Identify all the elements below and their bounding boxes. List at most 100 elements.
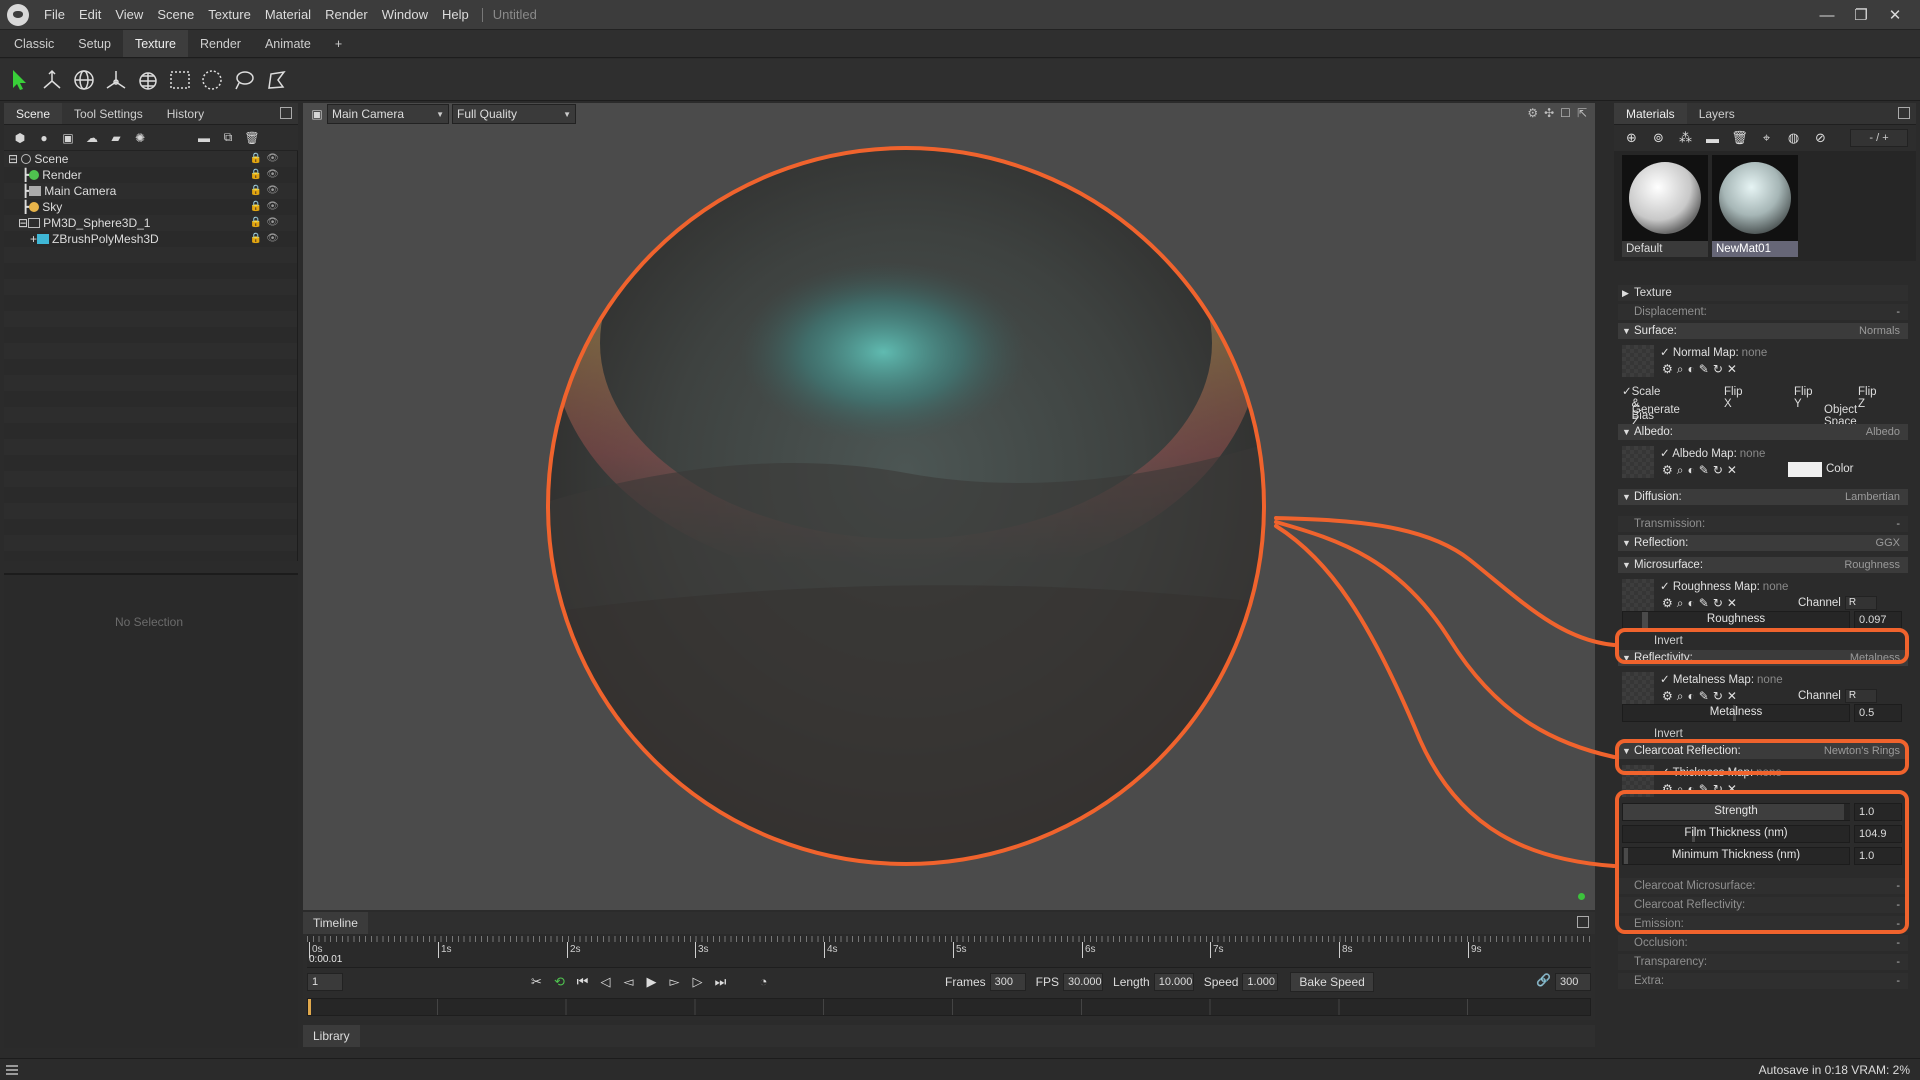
map-slot[interactable] — [1622, 672, 1654, 704]
checkbox-invert[interactable]: Invert — [1618, 725, 1908, 743]
viewport[interactable]: ▣ Main Camera Full Quality ⚙ ✣ ☐ ⇱ — [303, 103, 1595, 910]
section-transmission[interactable]: Transmission: - — [1618, 516, 1908, 532]
link-icon[interactable]: 🔗 — [1536, 973, 1551, 987]
frame-field[interactable]: 1 — [307, 973, 343, 991]
add-material-icon[interactable]: ⊕ — [1618, 128, 1645, 148]
section-value[interactable]: Normals — [1859, 323, 1900, 339]
duplicate-material-icon[interactable]: ⊚ — [1645, 128, 1672, 148]
lock-eye-icon[interactable]: 🔒👁 — [250, 215, 283, 231]
prev-key-icon[interactable]: ◁ — [594, 972, 617, 992]
section-clearcoat[interactable]: ▼ Clearcoat Reflection: Newton's Rings — [1618, 743, 1908, 759]
transform-gizmo-icon[interactable] — [36, 64, 68, 96]
bake-speed-button[interactable]: Bake Speed — [1290, 972, 1374, 992]
edit-icon[interactable]: ✎ — [1699, 782, 1709, 797]
lasso-icon[interactable] — [228, 64, 260, 96]
play-icon[interactable]: ▶ — [640, 972, 663, 992]
gear-icon[interactable]: ⚙ — [1662, 463, 1673, 478]
search-icon[interactable]: ⌕ — [1677, 782, 1684, 797]
prev-frame-icon[interactable]: ◅ — [617, 972, 640, 992]
color-picker-icon[interactable]: ◐ — [1688, 463, 1695, 478]
refresh-icon[interactable]: ↻ — [1713, 463, 1723, 478]
tab-texture[interactable]: Texture — [122, 30, 188, 57]
loop-icon[interactable]: ⟲ — [548, 972, 571, 992]
gear-icon[interactable]: ⚙ — [1527, 106, 1538, 120]
add-shape-icon[interactable]: ▰ — [104, 128, 128, 148]
refresh-icon[interactable]: ↻ — [1713, 782, 1723, 797]
map-slot[interactable] — [1622, 579, 1654, 611]
metalness-value[interactable]: 0.5 — [1854, 704, 1902, 722]
hamburger-icon[interactable] — [6, 1065, 18, 1075]
last-frame-icon[interactable]: ⏭ — [709, 972, 732, 992]
reset-icon[interactable]: ⊘ — [1807, 128, 1834, 148]
delete-icon[interactable]: 🗑 — [1726, 128, 1753, 148]
menu-scene[interactable]: Scene — [150, 0, 201, 30]
edit-icon[interactable]: ✎ — [1699, 596, 1709, 611]
roughness-value[interactable]: 0.097 — [1854, 611, 1902, 629]
clear-icon[interactable]: ✕ — [1727, 463, 1737, 478]
tree-item-sphere[interactable]: ⊟ PM3D_Sphere3D_1 🔒👁 — [4, 215, 297, 231]
film-thickness-slider[interactable]: Film Thickness (nm) 104.9 — [1618, 824, 1908, 844]
keyframe-track[interactable] — [307, 998, 1591, 1016]
menu-texture[interactable]: Texture — [201, 0, 258, 30]
section-diffusion[interactable]: ▼ Diffusion: Lambertian — [1618, 489, 1908, 505]
map-slot[interactable] — [1622, 446, 1654, 478]
gear-icon[interactable]: ⚙ — [1662, 689, 1673, 704]
section-surface[interactable]: ▼ Surface: Normals — [1618, 323, 1908, 339]
edit-icon[interactable]: ✎ — [1699, 689, 1709, 704]
menu-file[interactable]: File — [37, 0, 72, 30]
speed-gauge-icon[interactable]: ◔ — [752, 972, 775, 992]
section-transparency[interactable]: Transparency: - — [1618, 954, 1908, 970]
refresh-icon[interactable]: ↻ — [1713, 362, 1723, 377]
camera-select[interactable]: Main Camera — [327, 104, 449, 124]
material-counter[interactable]: - / + — [1850, 129, 1908, 147]
color-picker-icon[interactable]: ◐ — [1688, 689, 1695, 704]
metalness-slider[interactable]: Metalness 0.5 — [1618, 703, 1908, 723]
roughness-slider[interactable]: Roughness 0.097 — [1618, 610, 1908, 630]
section-extra[interactable]: Extra: - — [1618, 973, 1908, 989]
minimize-icon[interactable]: — — [1810, 7, 1844, 24]
picker-icon[interactable]: ⌖ — [1753, 128, 1780, 148]
section-value[interactable]: Newton's Rings — [1824, 743, 1900, 759]
section-texture[interactable]: ▶ Texture — [1618, 285, 1908, 301]
grid-icon[interactable]: ⁂ — [1672, 128, 1699, 148]
section-value[interactable]: - — [1896, 935, 1900, 951]
section-value[interactable]: - — [1896, 304, 1900, 320]
tree-item-scene[interactable]: ⊟ Scene 🔒👁 — [4, 151, 297, 167]
lock-eye-icon[interactable]: 🔒👁 — [250, 167, 283, 183]
lock-eye-icon[interactable]: 🔒👁 — [250, 183, 283, 199]
fps-field[interactable]: 30.000 — [1063, 973, 1104, 991]
section-displacement[interactable]: Displacement: - — [1618, 304, 1908, 320]
lock-eye-icon[interactable]: 🔒👁 — [250, 199, 283, 215]
search-icon[interactable]: ⌕ — [1677, 596, 1684, 611]
section-value[interactable]: - — [1896, 878, 1900, 894]
gear-icon[interactable]: ⚙ — [1662, 596, 1673, 611]
quality-select[interactable]: Full Quality — [452, 104, 576, 124]
rect-select-icon[interactable] — [164, 64, 196, 96]
material-thumb-newmat01[interactable]: NewMat01 — [1712, 155, 1798, 259]
section-reflectivity[interactable]: ▼ Reflectivity: Metalness — [1618, 650, 1908, 666]
delete-icon[interactable]: 🗑 — [240, 128, 264, 148]
refresh-icon[interactable]: ↻ — [1713, 689, 1723, 704]
menu-window[interactable]: Window — [375, 0, 435, 30]
section-clearcoat-reflectivity[interactable]: Clearcoat Reflectivity: - — [1618, 897, 1908, 913]
globe-icon[interactable] — [68, 64, 100, 96]
section-value[interactable]: - — [1896, 916, 1900, 932]
section-value[interactable]: Roughness — [1844, 557, 1900, 573]
clear-icon[interactable]: ✕ — [1727, 596, 1737, 611]
tab-classic[interactable]: Classic — [2, 30, 66, 57]
color-picker-icon[interactable]: ◐ — [1688, 596, 1695, 611]
section-emission[interactable]: Emission: - — [1618, 916, 1908, 932]
tab-scene[interactable]: Scene — [4, 103, 63, 124]
search-icon[interactable]: ⌕ — [1677, 689, 1684, 704]
search-icon[interactable]: ⌕ — [1677, 463, 1684, 478]
apply-icon[interactable]: ◍ — [1780, 128, 1807, 148]
tab-library[interactable]: Library — [303, 1025, 360, 1047]
checkbox-invert[interactable]: Invert — [1618, 632, 1908, 650]
strength-slider[interactable]: Strength 1.0 — [1618, 802, 1908, 822]
menu-help[interactable]: Help — [435, 0, 476, 30]
clear-icon[interactable]: ✕ — [1727, 689, 1737, 704]
speed-field[interactable]: 1.000 — [1242, 973, 1279, 991]
popout-icon[interactable] — [1577, 916, 1589, 928]
material-thumb-default[interactable]: Default — [1622, 155, 1708, 259]
tree-item-main-camera[interactable]: ┣ Main Camera 🔒👁 — [4, 183, 297, 199]
